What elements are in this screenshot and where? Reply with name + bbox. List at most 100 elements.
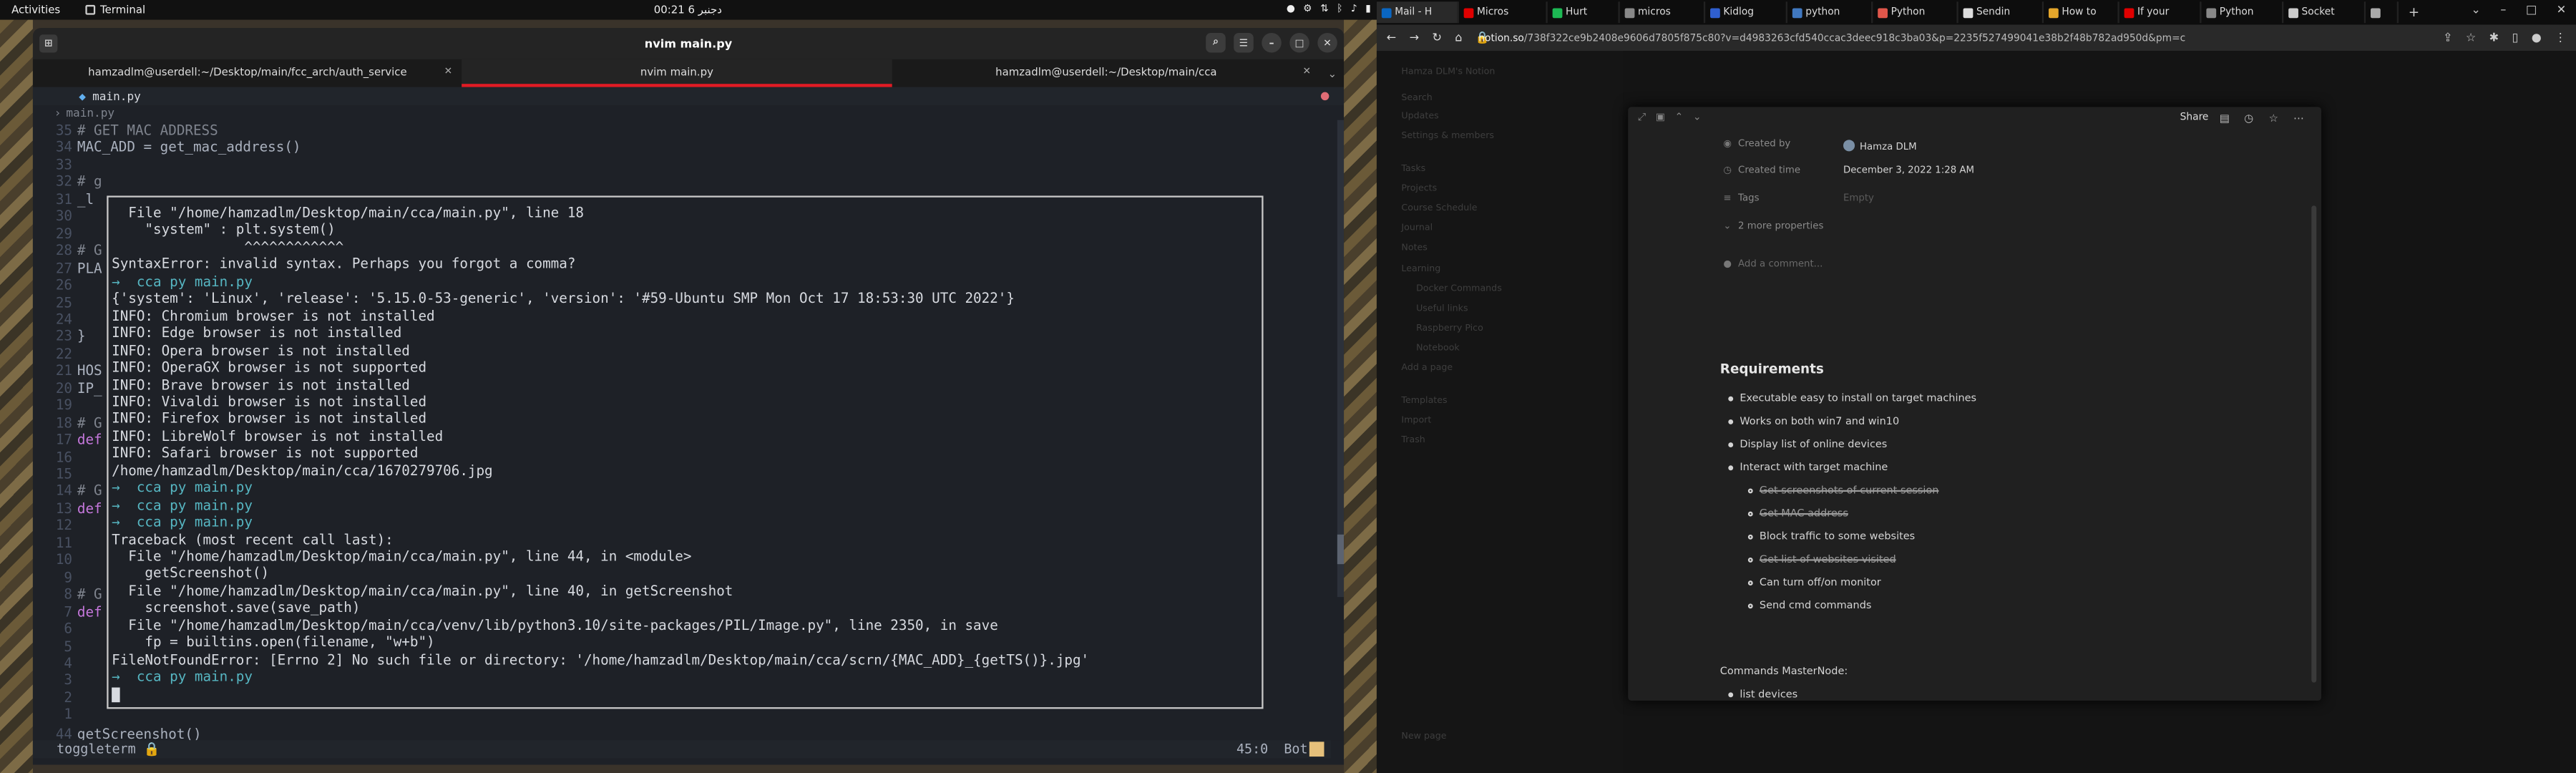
chevron-down-icon[interactable]: ⌄ <box>1693 112 1702 125</box>
share-button[interactable]: Share <box>2180 112 2209 123</box>
share-icon[interactable]: ⇪ <box>2443 31 2452 44</box>
close-tab-icon[interactable]: ✕ <box>1303 66 1312 77</box>
browser-tab[interactable]: python <box>1787 1 1873 24</box>
floating-terminal[interactable]: File "/home/hamzadlm/Desktop/main/cca/ma… <box>107 195 1264 709</box>
chevron-up-icon[interactable]: ⌃ <box>1675 112 1684 125</box>
browser-tab[interactable]: Mail - H <box>1376 1 1459 24</box>
browser-tab[interactable]: micros <box>1620 1 1706 24</box>
profile-icon[interactable]: ● <box>2532 31 2542 44</box>
terminal-tab-cca[interactable]: hamzadlm@userdell:~/Desktop/main/cca ✕ <box>892 59 1321 87</box>
sidebar-item[interactable]: Add a page <box>1401 364 1453 374</box>
browser-tab[interactable]: Python <box>1873 1 1958 24</box>
sidebar-item[interactable]: Import <box>1401 416 1431 426</box>
browser-tab[interactable]: Python <box>2202 1 2284 24</box>
nvim-editor[interactable]: ◆ main.py › main.py 35 # GET MAC ADDRESS 34… <box>32 87 1345 765</box>
chevron-down-icon[interactable]: ⌄ <box>1321 59 1344 87</box>
maximize-icon[interactable]: □ <box>1289 32 1309 53</box>
list-item[interactable]: Get MAC address <box>1747 508 1848 520</box>
terminal-tab-auth-service[interactable]: hamzadlm@userdell:~/Desktop/main/fcc_arc… <box>33 59 462 87</box>
scrollbar[interactable] <box>1337 120 1345 598</box>
list-item[interactable]: Executable easy to install on target mac… <box>1728 393 1976 404</box>
list-item[interactable]: Get screenshots of current session <box>1747 485 1938 497</box>
sidebar-item[interactable]: Learning <box>1401 265 1440 275</box>
requirements-heading[interactable]: Requirements <box>1720 362 1824 377</box>
favorite-icon[interactable]: ☆ <box>2269 112 2278 125</box>
list-item[interactable]: Get list of websites visited <box>1747 554 1896 565</box>
sidebar-item[interactable]: Notebook <box>1416 344 1460 354</box>
browser-tab[interactable]: Hurt <box>1548 1 1620 24</box>
sidebar-item[interactable]: Docker Commands <box>1416 285 1502 295</box>
sidebar-item[interactable]: Updates <box>1401 112 1438 122</box>
sidebar-icon[interactable]: ▯ <box>2512 31 2519 44</box>
tab-search-icon[interactable]: ⌄ <box>2471 4 2480 16</box>
close-tab-icon[interactable]: ✕ <box>444 66 453 77</box>
expand-icon[interactable]: ⤢ <box>1638 112 1646 125</box>
sidebar-item[interactable]: Projects <box>1401 184 1437 194</box>
clock-icon[interactable]: ◷ <box>2244 112 2253 125</box>
more-icon[interactable]: ⋮ <box>2555 31 2566 44</box>
property-value[interactable]: Hamza DLM <box>1843 140 1917 153</box>
sidebar-item[interactable]: New page <box>1401 732 1446 742</box>
sidebar-item[interactable]: Tasks <box>1401 165 1425 175</box>
browser-tab[interactable]: Micros <box>1459 1 1548 24</box>
buffer-tab[interactable]: main.py <box>92 89 141 102</box>
home-icon[interactable]: ⌂ <box>1455 31 1462 44</box>
close-icon[interactable]: ✕ <box>2557 4 2566 16</box>
list-item[interactable]: Block traffic to some websites <box>1747 531 1915 543</box>
commands-heading[interactable]: Commands MasterNode: <box>1720 666 1848 678</box>
more-icon[interactable]: ⋯ <box>2293 112 2304 125</box>
open-page-icon[interactable]: ▣ <box>1656 112 1665 125</box>
reload-icon[interactable]: ↻ <box>1432 31 1441 44</box>
sidebar-item[interactable]: Templates <box>1401 397 1447 407</box>
sidebar-item[interactable]: Raspberry Pico <box>1416 324 1483 334</box>
browser-tab[interactable]: Socket <box>2283 1 2366 24</box>
more-properties-toggle[interactable]: ⌄ 2 more properties <box>1723 222 1823 232</box>
search-icon[interactable]: ⌕ <box>1206 32 1226 53</box>
minimize-icon[interactable]: – <box>2500 4 2506 16</box>
maximize-icon[interactable]: □ <box>2526 4 2537 16</box>
list-item[interactable]: Works on both win7 and win10 <box>1728 416 1899 427</box>
browser-tab[interactable]: How to <box>2044 1 2119 24</box>
list-item[interactable]: Send cmd commands <box>1747 601 1871 612</box>
sidebar-item[interactable]: Journal <box>1401 224 1433 234</box>
menu-icon[interactable]: ☰ <box>1234 32 1254 53</box>
sidebar-item[interactable]: Useful links <box>1416 304 1468 314</box>
minimize-icon[interactable]: – <box>1262 32 1282 53</box>
address-bar[interactable]: notion.so/738f322ce9b2408e9606d7805f875c… <box>1478 32 2185 44</box>
scrollbar-thumb[interactable] <box>1337 534 1345 565</box>
property-tags[interactable]: ≡ Tags <box>1723 194 1759 204</box>
property-created-time[interactable]: ◷ Created time <box>1723 166 1800 176</box>
browser-tab[interactable]: Sendin <box>1958 1 2044 24</box>
browser-tab[interactable]: If your <box>2119 1 2202 24</box>
clock[interactable]: 00:21 6 دجنبر <box>654 4 722 16</box>
sidebar-item[interactable]: Course Schedule <box>1401 204 1477 214</box>
property-value[interactable]: December 3, 2022 1:28 AM <box>1843 166 1974 176</box>
sidebar-item[interactable]: Settings & members <box>1401 132 1494 142</box>
list-item[interactable]: Can turn off/on monitor <box>1747 578 1881 589</box>
terminal-tab-nvim[interactable]: nvim main.py <box>462 59 892 87</box>
modal-scrollbar[interactable] <box>2311 205 2317 683</box>
list-item[interactable]: list devices <box>1728 689 1797 701</box>
sidebar-item[interactable]: Trash <box>1401 436 1425 446</box>
sidebar-item[interactable]: Notes <box>1401 243 1427 253</box>
list-item[interactable]: Display list of online devices <box>1728 439 1887 451</box>
app-menu[interactable]: Terminal <box>85 4 145 16</box>
browser-tab[interactable] <box>2366 1 2399 24</box>
star-icon[interactable]: ☆ <box>2466 31 2476 44</box>
new-tab-icon[interactable]: ⊞ <box>39 34 58 53</box>
property-created-by[interactable]: ◉ Created by <box>1723 140 1790 150</box>
sidebar-item[interactable]: Hamza DLM's Notion <box>1401 67 1495 77</box>
browser-tab[interactable]: Kidlog <box>1705 1 1787 24</box>
sidebar-item[interactable]: Search <box>1401 94 1432 104</box>
comment-icon[interactable]: ▤ <box>2220 112 2230 125</box>
extensions-icon[interactable]: ✱ <box>2489 31 2499 44</box>
activities-button[interactable]: Activities <box>11 4 60 16</box>
add-comment[interactable]: ● Add a comment... <box>1723 260 1823 270</box>
close-icon[interactable]: ✕ <box>1317 32 1337 53</box>
back-icon[interactable]: ← <box>1387 31 1396 44</box>
new-tab-icon[interactable]: + <box>2409 5 2419 20</box>
list-item[interactable]: Interact with target machine <box>1728 462 1888 474</box>
terminal-titlebar[interactable]: ⊞ nvim main.py ⌕ ☰ – □ ✕ <box>32 28 1345 59</box>
system-tray[interactable]: ● ⚙ ⇅ ᛒ ♪ ▮ ⏻ <box>1287 4 1387 16</box>
forward-icon[interactable]: → <box>1410 31 1419 44</box>
